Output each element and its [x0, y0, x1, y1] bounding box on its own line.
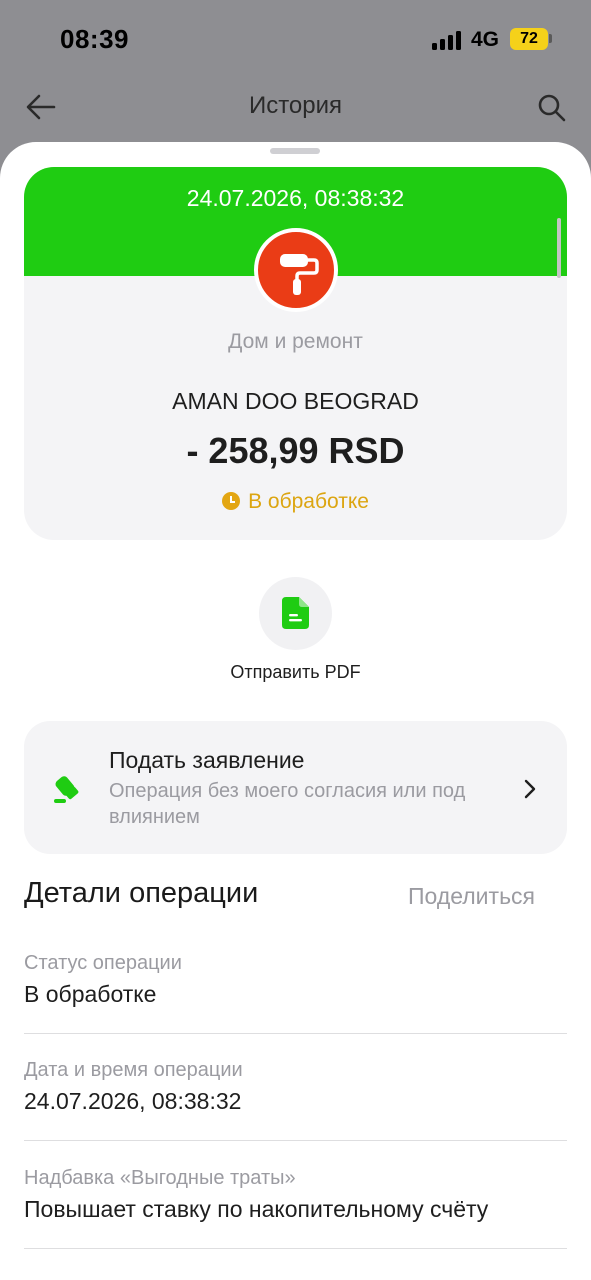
detail-row-status: Статус операции В обработке [24, 952, 567, 1034]
detail-value: В обработке [24, 981, 157, 1007]
paint-roller-icon [254, 228, 338, 312]
network-type: 4G [471, 28, 500, 51]
status-bar: 08:39 4G 72 [0, 0, 591, 80]
file-complaint-item[interactable]: Подать заявление Операция без моего согл… [24, 721, 567, 854]
signal-icon [432, 30, 464, 50]
detail-value: Повышает ставку по накопительному счёту [24, 1196, 489, 1222]
nav-header: История [0, 80, 591, 140]
transaction-category: Дом и ремонт [228, 330, 363, 353]
transaction-datetime: 24.07.2026, 08:38:32 [186, 185, 405, 211]
search-icon[interactable] [536, 92, 568, 124]
clock-icon [222, 492, 241, 510]
battery-icon: 72 [510, 28, 548, 50]
merchant-name: AMAN DOO BEOGRAD [172, 388, 419, 414]
detail-row-datetime: Дата и время операции 24.07.2026, 08:38:… [24, 1059, 567, 1141]
complaint-subtitle: Операция без моего согласия или под влия… [109, 780, 466, 828]
document-icon [282, 597, 309, 629]
details-section-title: Детали операции [24, 877, 259, 909]
share-button[interactable]: Поделиться [408, 883, 535, 910]
detail-label: Надбавка «Выгодные траты» [24, 1167, 296, 1189]
page-title: История [248, 92, 343, 119]
status-time: 08:39 [60, 24, 129, 54]
detail-value: 24.07.2026, 08:38:32 [24, 1088, 242, 1114]
sheet-handle[interactable] [270, 148, 320, 154]
detail-label: Дата и время операции [24, 1059, 243, 1081]
status-text: В обработке [248, 490, 369, 513]
send-pdf-button[interactable] [259, 577, 332, 650]
send-pdf-label[interactable]: Отправить PDF [0, 662, 591, 683]
chevron-right-icon [522, 778, 538, 800]
scrollbar[interactable] [557, 218, 561, 278]
transaction-amount: - 258,99 RSD [186, 430, 405, 471]
status-badge: В обработке [24, 490, 567, 514]
detail-row-bonus: Надбавка «Выгодные траты» Повышает ставк… [24, 1167, 567, 1249]
stamp-icon [52, 773, 84, 805]
battery-tip [549, 34, 552, 43]
complaint-title: Подать заявление [109, 747, 305, 773]
detail-label: Статус операции [24, 952, 182, 974]
